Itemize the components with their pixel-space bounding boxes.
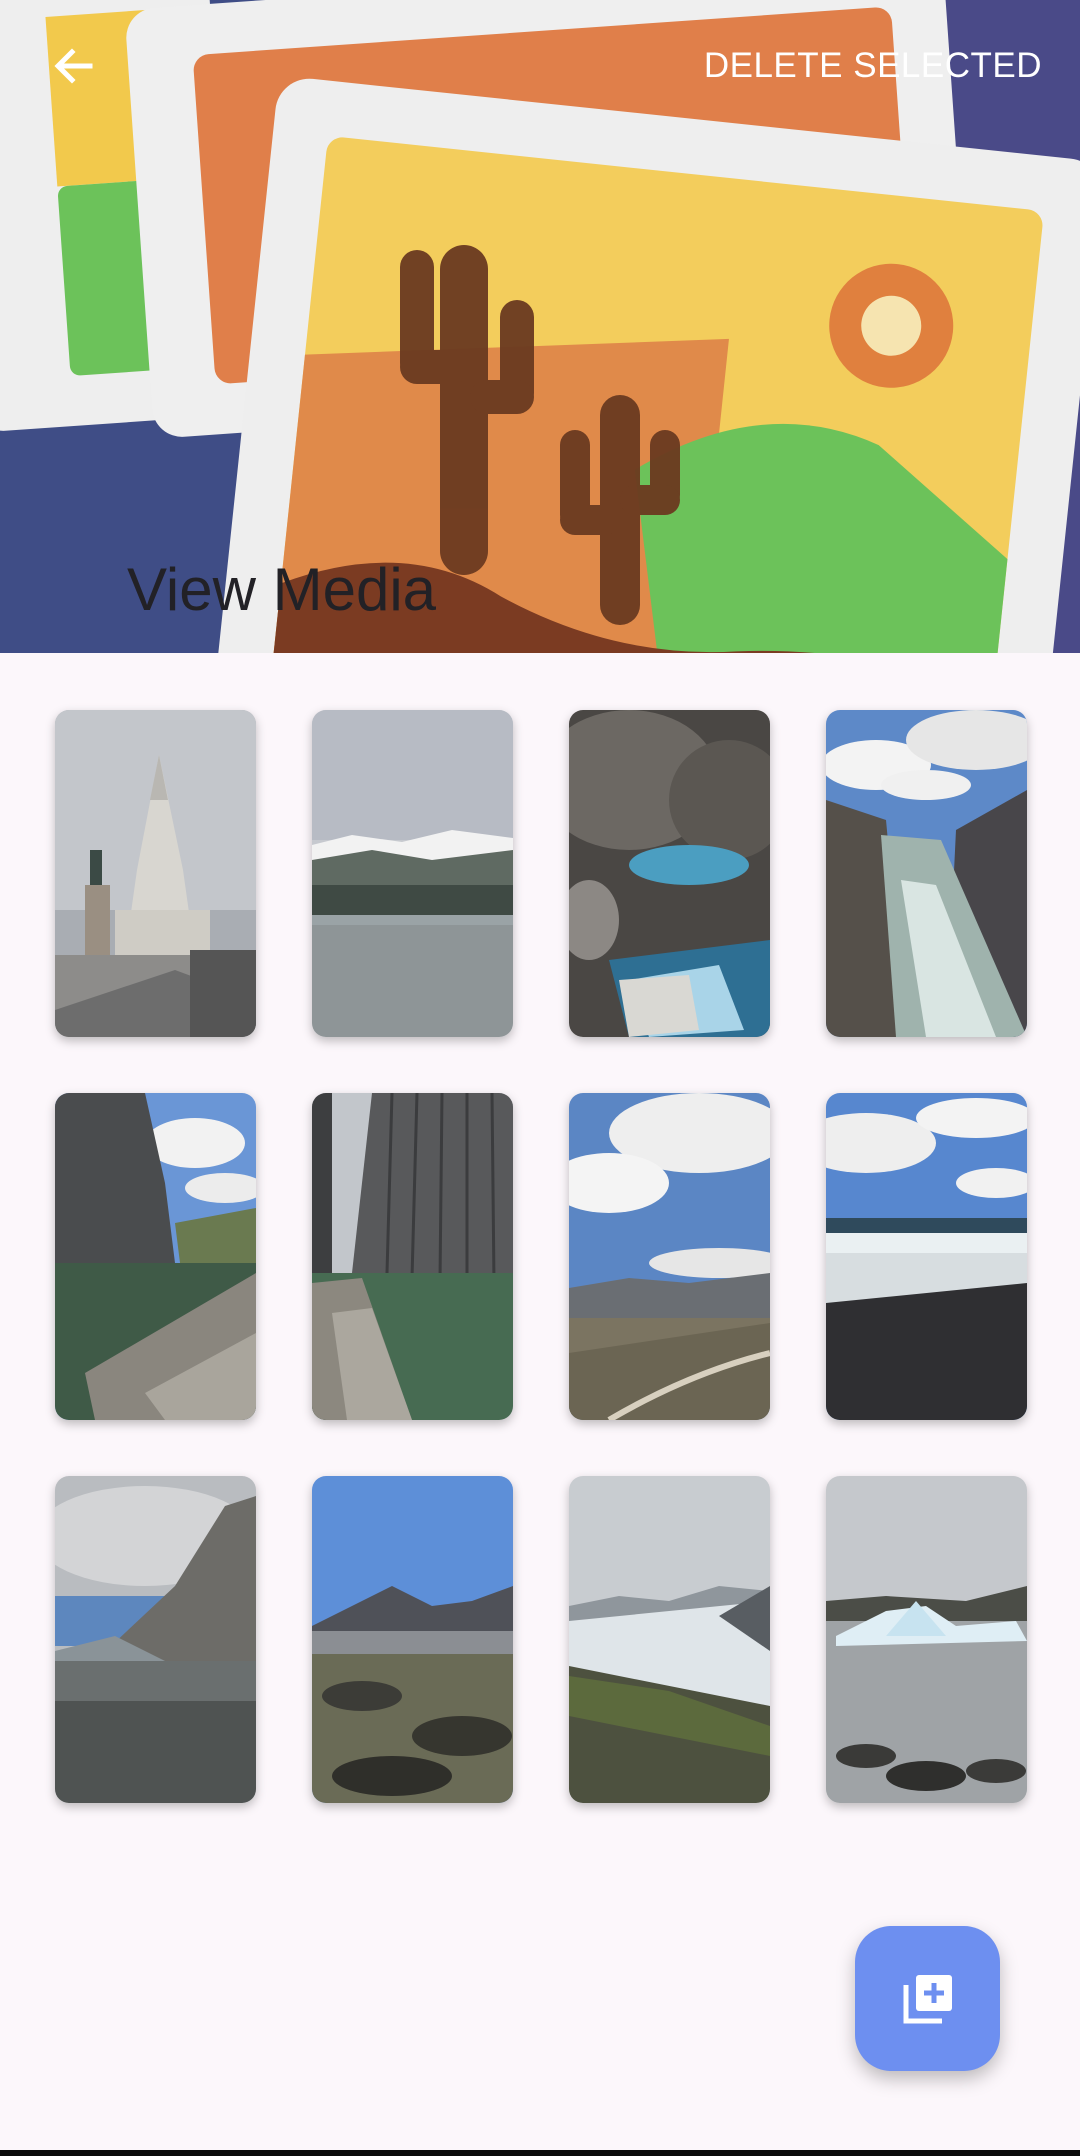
page-title: View Media xyxy=(127,556,437,623)
delete-selected-button[interactable]: DELETE SELECTED xyxy=(694,40,1052,92)
arrow-left-icon xyxy=(54,48,93,84)
media-thumbnail[interactable] xyxy=(55,710,256,1037)
photo-iceberg-lagoon xyxy=(826,1476,1027,1803)
header-banner: DELETE SELECTED View Media xyxy=(0,0,1080,653)
media-thumbnail[interactable] xyxy=(569,710,770,1037)
add-media-button[interactable] xyxy=(855,1926,1000,2071)
photo-river-canyon xyxy=(826,710,1027,1037)
photo-basalt-canyon-river xyxy=(55,1093,256,1420)
photo-valley-clouds xyxy=(569,1093,770,1420)
media-thumbnail[interactable] xyxy=(569,1476,770,1803)
media-grid xyxy=(55,710,1027,1803)
photo-mountain-lake xyxy=(55,1476,256,1803)
media-thumbnail[interactable] xyxy=(55,1093,256,1420)
media-thumbnail[interactable] xyxy=(312,1093,513,1420)
photo-lava-field-mountains xyxy=(312,1476,513,1803)
add-to-library-icon xyxy=(903,1974,952,2023)
photo-church-tower xyxy=(55,710,256,1037)
media-thumbnail[interactable] xyxy=(312,710,513,1037)
media-thumbnail[interactable] xyxy=(826,1093,1027,1420)
media-thumbnail[interactable] xyxy=(569,1093,770,1420)
photo-glacier-tongue xyxy=(569,1476,770,1803)
media-thumbnail[interactable] xyxy=(55,1476,256,1803)
back-button[interactable] xyxy=(38,30,110,102)
photo-snowy-mountain-town xyxy=(312,710,513,1037)
photo-lava-cave-pool xyxy=(569,710,770,1037)
photo-black-sand-beach xyxy=(826,1093,1027,1420)
system-navigation-bar xyxy=(0,2150,1080,2156)
media-thumbnail[interactable] xyxy=(826,710,1027,1037)
media-thumbnail[interactable] xyxy=(826,1476,1027,1803)
photo-basalt-columns-river xyxy=(312,1093,513,1420)
media-thumbnail[interactable] xyxy=(312,1476,513,1803)
